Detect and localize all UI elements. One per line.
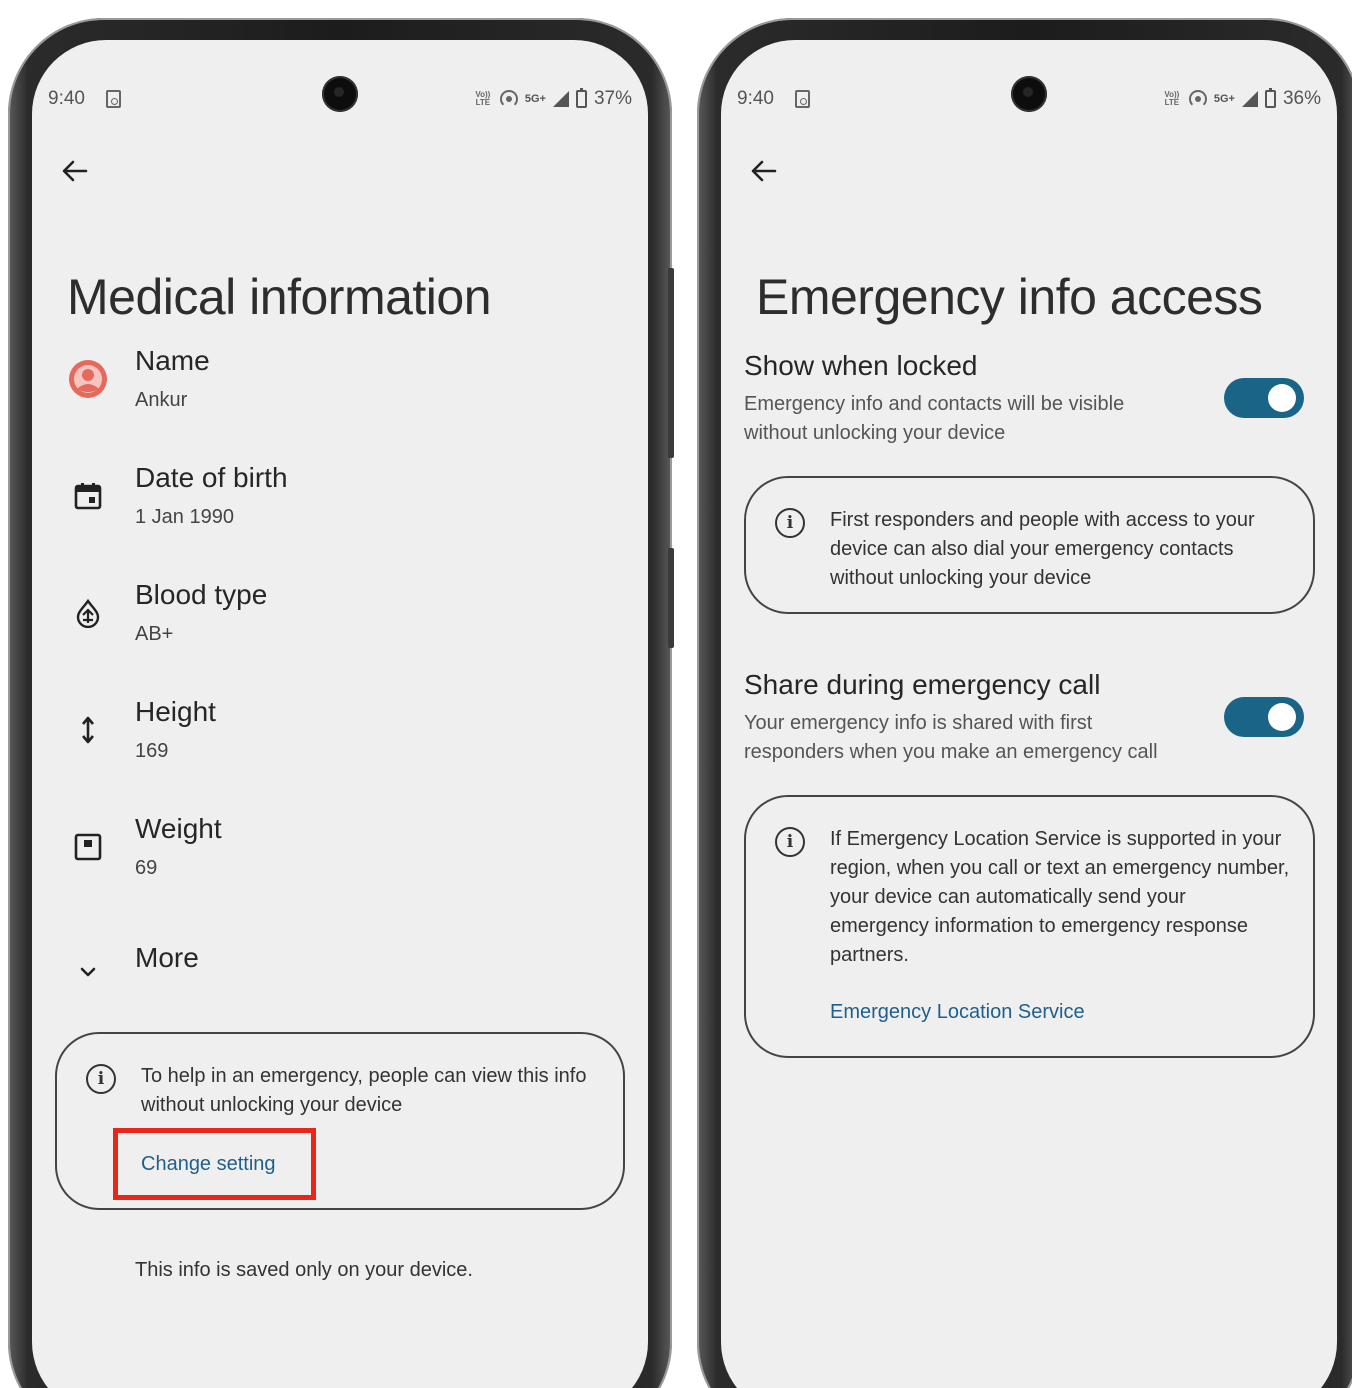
page-title: Medical information	[67, 269, 492, 325]
screen-medical-information: 9:40 Vo)) LTE 5G+ 37% Medical information	[32, 40, 648, 1388]
volte-icon: Vo)) LTE	[1164, 90, 1180, 107]
battery-icon	[575, 88, 587, 108]
list-item-weight[interactable]: Weight 69	[32, 813, 648, 903]
share-during-call-toggle[interactable]	[1224, 697, 1304, 737]
battery-percent: 37%	[593, 88, 632, 109]
list-item-name[interactable]: Name Ankur	[32, 345, 648, 435]
item-value: AB+	[135, 623, 174, 645]
list-item-height[interactable]: Height 169	[32, 696, 648, 786]
info-card-text: First responders and people with access …	[830, 509, 1255, 589]
item-value: 169	[135, 740, 169, 762]
volte-icon: Vo)) LTE	[475, 90, 491, 107]
info-icon: i	[86, 1064, 116, 1094]
toggle-knob	[1268, 703, 1296, 731]
volume-button	[668, 548, 674, 648]
item-label: Blood type	[135, 579, 268, 610]
item-value: Ankur	[135, 389, 188, 411]
battery-icon	[1264, 88, 1276, 108]
setting-description: Your emergency info is shared with first…	[744, 712, 1158, 763]
phone-right: 9:40 Vo)) LTE 5G+ 36% Emergency info acce…	[697, 18, 1352, 1388]
blood-drop-icon	[68, 593, 108, 633]
setting-title: Share during emergency call	[744, 669, 1101, 700]
signal-icon	[552, 91, 569, 107]
front-camera	[322, 76, 358, 112]
status-icons: Vo)) LTE 5G+ 37%	[473, 88, 632, 110]
status-time: 9:40	[737, 88, 774, 109]
signal-icon	[1241, 91, 1258, 107]
item-value: 69	[135, 857, 158, 879]
sim-icon	[106, 90, 121, 108]
more-expander[interactable]: More	[32, 938, 648, 1028]
item-label: Name	[135, 345, 210, 376]
screen-emergency-info-access: 9:40 Vo)) LTE 5G+ 36% Emergency info acce…	[721, 40, 1337, 1388]
power-button	[668, 268, 674, 458]
status-time: 9:40	[48, 88, 85, 109]
setting-title: Show when locked	[744, 350, 978, 381]
sim-icon	[795, 90, 810, 108]
item-label: Weight	[135, 813, 222, 844]
emergency-location-service-link[interactable]: Emergency Location Service	[830, 1001, 1085, 1024]
phone-left: 9:40 Vo)) LTE 5G+ 37% Medical information	[8, 18, 674, 1388]
account-icon	[68, 359, 108, 399]
status-bar: 9:40 Vo)) LTE 5G+ 37%	[32, 76, 648, 112]
hotspot-icon	[499, 90, 518, 108]
item-label: Date of birth	[135, 462, 288, 493]
network-type: 5G+	[524, 93, 546, 105]
info-card-text: To help in an emergency, people can view…	[141, 1065, 587, 1116]
show-when-locked-toggle[interactable]	[1224, 378, 1304, 418]
list-item-date-of-birth[interactable]: Date of birth 1 Jan 1990	[32, 462, 648, 552]
back-arrow-icon[interactable]	[60, 156, 90, 186]
status-icons: Vo)) LTE 5G+ 36%	[1162, 88, 1321, 110]
info-card-text: If Emergency Location Service is support…	[830, 828, 1290, 966]
network-type: 5G+	[1213, 93, 1235, 105]
highlight-box	[113, 1128, 316, 1200]
item-label: Height	[135, 696, 216, 727]
info-icon: i	[775, 508, 805, 538]
hotspot-icon	[1188, 90, 1207, 108]
info-card: i To help in an emergency, people can vi…	[55, 1032, 625, 1210]
battery-percent: 36%	[1282, 88, 1321, 109]
page-title: Emergency info access	[756, 269, 1263, 325]
setting-description: Emergency info and contacts will be visi…	[744, 393, 1125, 444]
info-icon: i	[775, 827, 805, 857]
back-arrow-icon[interactable]	[749, 156, 779, 186]
chevron-down-icon	[68, 952, 108, 992]
item-value: 1 Jan 1990	[135, 506, 234, 528]
calendar-icon	[68, 476, 108, 516]
info-card-location-service: i If Emergency Location Service is suppo…	[744, 795, 1315, 1058]
info-card-contacts: i First responders and people with acces…	[744, 476, 1315, 614]
list-item-blood-type[interactable]: Blood type AB+	[32, 579, 648, 669]
screenshot: 9:40 Vo)) LTE 5G+ 37% Medical information	[0, 0, 1352, 1388]
more-label: More	[135, 942, 199, 973]
status-bar: 9:40 Vo)) LTE 5G+ 36%	[721, 76, 1337, 112]
footer-note: This info is saved only on your device.	[135, 1259, 473, 1281]
front-camera	[1011, 76, 1047, 112]
height-icon	[68, 710, 108, 750]
scale-icon	[68, 827, 108, 867]
toggle-knob	[1268, 384, 1296, 412]
